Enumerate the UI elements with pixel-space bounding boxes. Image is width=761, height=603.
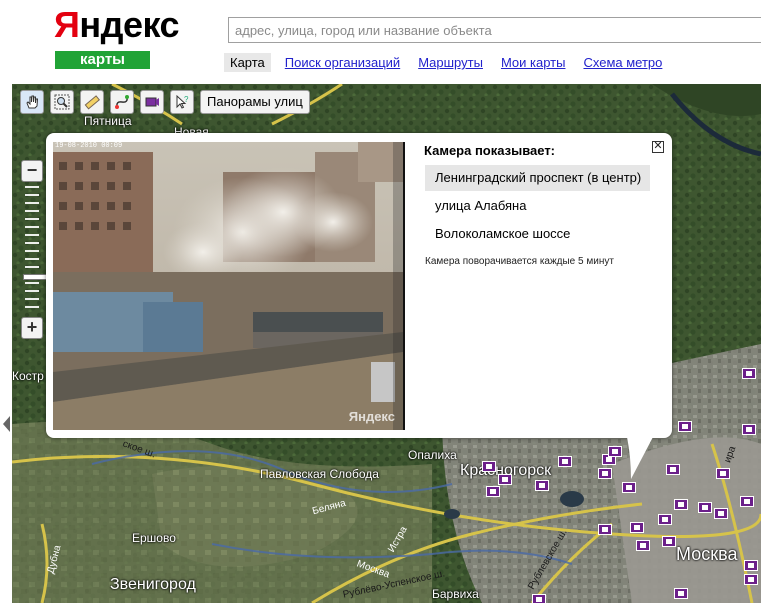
camera-marker[interactable]: [535, 480, 549, 491]
camera-icon[interactable]: [140, 90, 164, 114]
camera-marker[interactable]: [498, 474, 512, 485]
direction-item-alabyana[interactable]: улица Алабяна: [425, 193, 650, 219]
map-label-opalikha: Опалиха: [408, 448, 457, 462]
map-label-pavlovskaya: Павловская Слобода: [260, 467, 379, 481]
camera-marker[interactable]: [666, 464, 680, 475]
camera-marker[interactable]: [532, 594, 546, 603]
camera-marker[interactable]: [598, 468, 612, 479]
camera-direction-list: Ленинградский проспект (в центр) улица А…: [425, 165, 650, 249]
zoom-out-button[interactable]: −: [21, 160, 43, 182]
camera-marker[interactable]: [486, 486, 500, 497]
yandex-logo[interactable]: Яндекс: [54, 4, 180, 46]
zoom-in-button[interactable]: +: [21, 317, 43, 339]
search-input[interactable]: [228, 17, 761, 43]
logo-badge-maps[interactable]: карты: [55, 51, 150, 69]
camera-marker[interactable]: [636, 540, 650, 551]
camera-marker[interactable]: [482, 461, 496, 472]
close-icon[interactable]: ✕: [652, 141, 664, 153]
nav-search-organizations[interactable]: Поиск организаций: [285, 55, 400, 70]
main-nav: Карта Поиск организаций Маршруты Мои кар…: [224, 52, 680, 73]
camera-marker[interactable]: [622, 482, 636, 493]
route-icon[interactable]: [110, 90, 134, 114]
nav-map[interactable]: Карта: [224, 53, 271, 72]
yandex-watermark: Яндекс: [348, 409, 395, 424]
camera-marker[interactable]: [558, 456, 572, 467]
header: Яндекс карты Карта Поиск организаций Мар…: [0, 0, 761, 84]
camera-marker[interactable]: [662, 536, 676, 547]
camera-rotation-note: Камера поворачивается каждые 5 минут: [425, 256, 614, 267]
camera-marker[interactable]: [698, 502, 712, 513]
camera-marker[interactable]: [716, 468, 730, 479]
street-panoramas-button[interactable]: Панорамы улиц: [200, 90, 310, 114]
camera-marker[interactable]: [742, 424, 756, 435]
camera-marker[interactable]: [678, 421, 692, 432]
camera-marker[interactable]: [674, 588, 688, 599]
camera-image: [53, 142, 403, 430]
nav-routes[interactable]: Маршруты: [418, 55, 483, 70]
zoom-slider[interactable]: [23, 186, 49, 314]
camera-snapshot: 19-08-2010 00:09 Яндекс: [53, 142, 405, 430]
camera-marker[interactable]: [744, 560, 758, 571]
camera-heading: Камера показывает:: [424, 143, 556, 158]
map-label-barvikha: Барвиха: [432, 587, 479, 601]
nav-metro-scheme[interactable]: Схема метро: [583, 55, 662, 70]
hand-icon[interactable]: [20, 90, 44, 114]
direction-item-volokolamskoe[interactable]: Волоколамское шоссе: [425, 221, 650, 247]
camera-timestamp: 19-08-2010 00:09: [55, 142, 123, 150]
camera-marker[interactable]: [744, 574, 758, 585]
camera-marker[interactable]: [742, 368, 756, 379]
map-label-kostr: Костр: [12, 369, 44, 383]
camera-marker[interactable]: [658, 514, 672, 525]
popup-tail: [617, 437, 653, 479]
svg-text:?: ?: [184, 95, 189, 104]
map-label-ershovo: Ершово: [132, 531, 176, 545]
ruler-icon[interactable]: [80, 90, 104, 114]
camera-marker[interactable]: [598, 524, 612, 535]
logo-first-letter: Я: [54, 4, 80, 45]
camera-marker[interactable]: [714, 508, 728, 519]
info-pointer-icon[interactable]: ?: [170, 90, 194, 114]
collapse-arrow-icon[interactable]: [3, 416, 10, 432]
nav-my-maps[interactable]: Мои карты: [501, 55, 566, 70]
direction-item-leningradsky[interactable]: Ленинградский проспект (в центр): [425, 165, 650, 191]
map-label-zvenigorod: Звенигород: [110, 576, 196, 593]
zoom-control: − +: [21, 160, 49, 340]
camera-marker[interactable]: [674, 499, 688, 510]
camera-marker[interactable]: [630, 522, 644, 533]
logo-rest: ндекс: [79, 4, 180, 45]
map-label-moskva: Москва: [676, 544, 738, 564]
zoom-box-icon[interactable]: [50, 90, 74, 114]
camera-marker[interactable]: [740, 496, 754, 507]
map-toolbar: ? Панорамы улиц: [20, 90, 310, 114]
map-label-pyatnitsa: Пятница: [84, 114, 132, 128]
